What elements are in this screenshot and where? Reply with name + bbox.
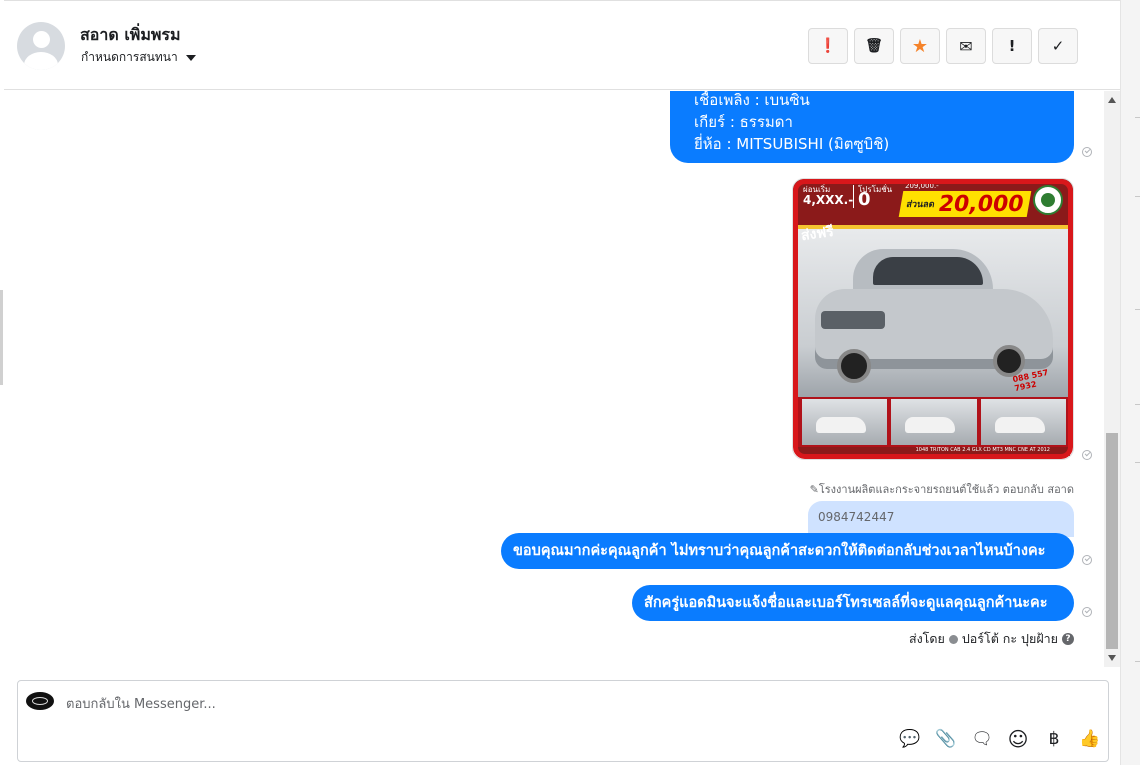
right-side-panel [1120,0,1140,765]
message-bubble-car-details[interactable]: เชื้อเพลิง : เบนซิน เกียร์ : ธรรมดา ยี่ห… [670,91,1074,163]
message-bubble-thanks[interactable]: ขอบคุณมากค่ะคุณลูกค้า ไม่ทราบว่าคุณลูกค้… [501,533,1074,569]
left-edge [0,290,3,385]
baht-icon: ฿ [1048,729,1060,749]
assign-label: กำหนดการสนทนา [81,50,178,64]
trash-icon: 🗑 [865,38,883,54]
conversation-header: สอาด เพิ่มพรม กำหนดการสนทนา ❗ 🗑 ★ ✉ ! ✓ [4,0,1120,90]
alert-circle-icon: ❗ [819,38,837,54]
attach-button[interactable]: 📎 [928,727,964,751]
help-icon[interactable]: ? [1062,633,1074,645]
like-button[interactable]: 👍 [1072,727,1108,751]
scroll-up-icon[interactable] [1108,97,1116,103]
composer-tools: 💬 📎 🗨 ☺ ฿ 👍 [892,727,1108,751]
assign-conversation-dropdown[interactable]: กำหนดการสนทนา [81,48,196,67]
saved-reply-icon: 💬 [899,729,921,749]
verified-icon [948,634,958,644]
reply-input[interactable] [64,691,668,717]
alert-circle-button[interactable]: ❗ [808,28,848,64]
star-icon: ★ [911,35,929,57]
car-detail-brand: ยี่ห้อ : MITSUBISHI (มิตซูบิชิ) [694,135,890,153]
contact-name[interactable]: สอาด เพิ่มพรม [80,23,181,48]
attach-icon: 📎 [935,729,957,749]
thumbs-up-icon: 👍 [1079,729,1101,749]
message-bubble-admin[interactable]: สักครู่แอดมินจะแจ้งชื่อและเบอร์โทรเซลล์ท… [632,585,1074,621]
star-button[interactable]: ★ [900,28,940,64]
delete-button[interactable]: 🗑 [854,28,894,64]
sent-by-name: ปอร์โต้ กะ ปุยฝ้าย [961,631,1058,646]
mark-unread-button[interactable]: ✉ [946,28,986,64]
header-actions: ❗ 🗑 ★ ✉ ! ✓ [808,28,1078,64]
contact-avatar[interactable] [17,22,65,70]
message-composer: 💬 📎 🗨 ☺ ฿ 👍 [17,680,1109,762]
seen-check-icon [1082,147,1092,157]
chat-icon: 🗨 [971,729,993,749]
emoji-icon: ☺ [1007,727,1029,751]
seen-check-icon [1082,555,1092,565]
quoted-message[interactable]: 0984742447 [808,501,1074,537]
car-ad-image[interactable]: ผ่อนเริ่ม 4,XXX.- โปรโมชั่น 0 209,000.- ส่… [792,178,1074,460]
exclamation-icon: ! [1008,37,1016,55]
payment-button[interactable]: ฿ [1036,727,1072,751]
envelope-icon: ✉ [959,36,973,56]
sent-by-label: ส่งโดย [908,631,945,646]
replied-note: ✎โรงงานผลิตและกระจายรถยนต์ใช้แล้ว ตอบกลั… [809,483,1074,496]
emoji-button[interactable]: ☺ [1000,727,1036,751]
page-avatar [26,692,54,710]
message-thread: เชื้อเพลิง : เบนซิน เกียร์ : ธรรมดา ยี่ห… [4,91,1104,665]
car-detail-gear: เกียร์ : ธรรมดา [694,113,793,131]
car-detail-fuel: เชื้อเพลิง : เบนซิน [694,91,810,109]
thread-scrollbar[interactable] [1104,91,1120,667]
scroll-down-icon[interactable] [1108,655,1116,661]
check-icon: ✓ [1051,37,1065,55]
caret-down-icon [185,54,196,61]
mark-done-button[interactable]: ✓ [1038,28,1078,64]
saved-reply-button[interactable]: 💬 [892,727,928,751]
flag-button[interactable]: ! [992,28,1032,64]
sent-by-row: ส่งโดย ปอร์โต้ กะ ปุยฝ้าย ? [704,629,1074,649]
scroll-thumb[interactable] [1106,433,1118,649]
seen-check-icon [1082,607,1092,617]
seen-check-icon [1082,450,1092,460]
chat-button[interactable]: 🗨 [964,727,1000,751]
